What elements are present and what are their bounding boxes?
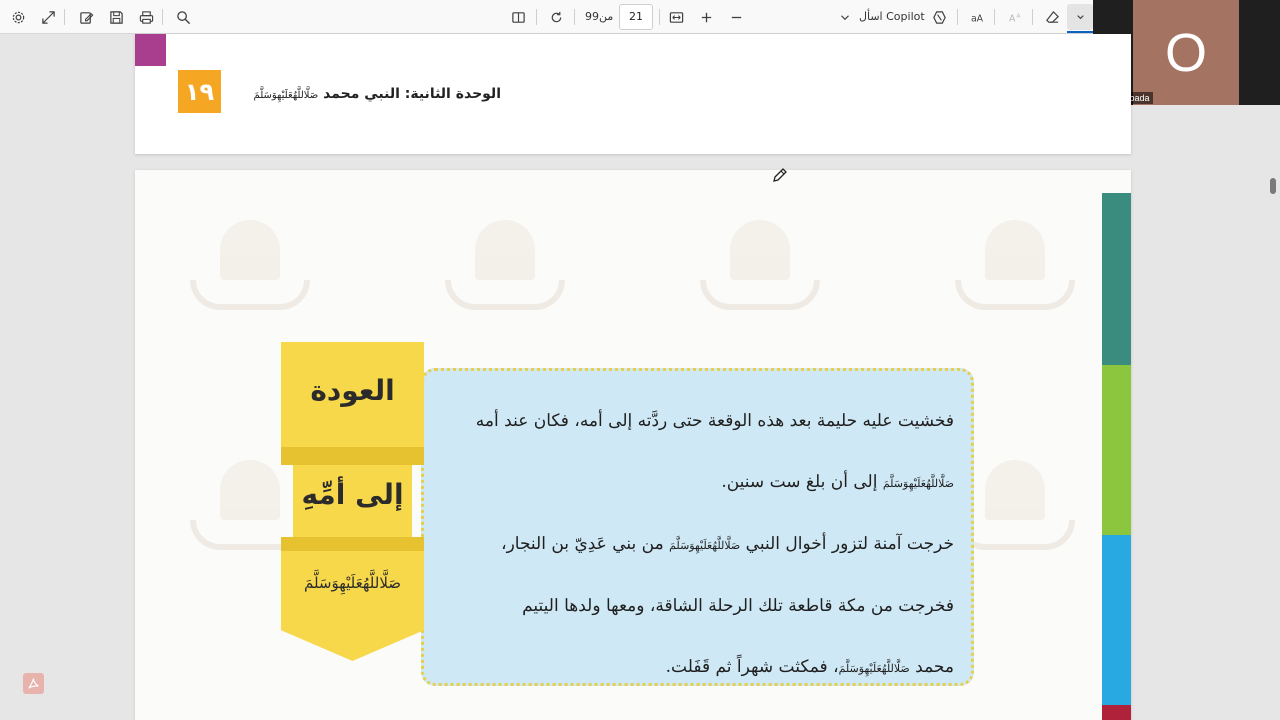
story-line: صَلَّاللَّهُعَلَيْهِوَسَلَّمَ إلى أن بلغ… bbox=[454, 452, 954, 514]
chevron-down-icon[interactable] bbox=[1068, 5, 1092, 29]
print-icon[interactable] bbox=[134, 5, 158, 29]
story-line-text: محمد bbox=[909, 657, 954, 677]
scrollbar-thumb[interactable] bbox=[1270, 178, 1276, 194]
story-line-text: إلى أن بلغ ست سنين. bbox=[721, 472, 883, 492]
toolbar-separator bbox=[574, 9, 575, 25]
toolbar-separator bbox=[162, 9, 163, 25]
story-line: محمد صَلَّاللَّهُعَلَيْهِوَسَلَّمَ، فمكث… bbox=[454, 637, 954, 699]
eraser-icon[interactable] bbox=[1040, 5, 1064, 29]
page-color-tab bbox=[135, 34, 166, 66]
side-stripe-teal bbox=[1102, 193, 1131, 365]
lesson-title-banner: العودة إلى أمِّهِ صَلَّاللَّهُعَلَيْهِوَ… bbox=[281, 342, 424, 678]
active-tool-indicator bbox=[1067, 31, 1093, 33]
rotate-icon[interactable] bbox=[544, 5, 568, 29]
svg-text:aA: aA bbox=[970, 13, 983, 24]
pdf-page-top: ١٩ الوحدة الثانية: النبي محمد صَلَّاللَّ… bbox=[135, 34, 1131, 154]
settings-icon[interactable] bbox=[6, 5, 30, 29]
unit-title: الوحدة الثانية: النبي محمد صَلَّاللَّهُع… bbox=[233, 86, 501, 102]
fit-width-icon[interactable] bbox=[664, 5, 688, 29]
salawat-text: صَلَّاللَّهُعَلَيْهِوَسَلَّمَ bbox=[838, 662, 910, 675]
save-icon[interactable] bbox=[104, 5, 128, 29]
search-icon[interactable] bbox=[171, 5, 195, 29]
side-stripe-red bbox=[1102, 705, 1131, 720]
banner-salawat: صَلَّاللَّهُعَلَيْهِوَسَلَّمَ bbox=[303, 574, 402, 592]
draw-icon[interactable] bbox=[74, 5, 98, 29]
watermark-logo bbox=[695, 210, 825, 320]
toolbar-separator bbox=[1032, 9, 1033, 25]
toolbar-separator bbox=[957, 9, 958, 25]
pen-cursor-icon bbox=[773, 168, 787, 182]
toolbar-separator bbox=[994, 9, 995, 25]
layout-icon[interactable] bbox=[506, 5, 530, 29]
expand-icon[interactable] bbox=[36, 5, 60, 29]
story-text: فخشيت عليه حليمة بعد هذه الوقعة حتى ردَّ… bbox=[454, 391, 954, 699]
lesson-title-line-1: العودة bbox=[310, 374, 395, 407]
toolbar-separator bbox=[536, 9, 537, 25]
salawat-text: صَلَّاللَّهُعَلَيْهِوَسَلَّمَ bbox=[882, 477, 954, 490]
page-of-label: من bbox=[599, 10, 614, 23]
pdf-toolbar: 99 من 21 اسأل Copilot aA AA bbox=[0, 0, 1093, 34]
banner-fold bbox=[281, 537, 424, 551]
story-text-box: فخشيت عليه حليمة بعد هذه الوقعة حتى ردَّ… bbox=[421, 368, 974, 686]
lesson-title-line-2: إلى أمِّهِ bbox=[301, 478, 404, 511]
banner-fold bbox=[281, 447, 424, 465]
unit-title-salawat: صَلَّاللَّهُعَلَيْهِوَسَلَّمَ bbox=[253, 90, 319, 101]
story-line-text: ، فمكثت شهراً ثم قَفَلت. bbox=[665, 657, 839, 677]
toolbar-separator bbox=[64, 9, 65, 25]
text-size-icon[interactable]: AA bbox=[1003, 5, 1027, 29]
story-line-text: خرجت آمنة لتزور أخوال النبي bbox=[740, 534, 954, 554]
svg-text:A: A bbox=[1008, 13, 1015, 24]
zoom-out-icon[interactable] bbox=[724, 5, 748, 29]
page-total: 99 bbox=[585, 10, 599, 23]
svg-text:A: A bbox=[1016, 13, 1020, 19]
watermark-logo bbox=[185, 210, 315, 320]
watermark-logo bbox=[950, 210, 1080, 320]
copilot-label[interactable]: اسأل Copilot bbox=[859, 10, 925, 23]
story-line: فخرجت من مكة قاطعة تلك الرحلة الشاقة، وم… bbox=[522, 596, 954, 616]
watermark-logo bbox=[440, 210, 570, 320]
pdf-page-main: فخشيت عليه حليمة بعد هذه الوقعة حتى ردَّ… bbox=[135, 170, 1131, 720]
page-number-input[interactable]: 21 bbox=[619, 4, 653, 30]
read-aloud-icon[interactable]: aA bbox=[965, 5, 989, 29]
toolbar-separator bbox=[659, 9, 660, 25]
side-stripe-blue bbox=[1102, 535, 1131, 705]
banner-segment bbox=[281, 551, 424, 661]
unit-number-badge: ١٩ bbox=[178, 70, 221, 113]
story-line: خرجت آمنة لتزور أخوال النبي صَلَّاللَّهُ… bbox=[454, 514, 954, 576]
acrobat-icon[interactable] bbox=[23, 673, 44, 694]
story-line: فخشيت عليه حليمة بعد هذه الوقعة حتى ردَّ… bbox=[475, 411, 954, 431]
participant-avatar: O bbox=[1133, 0, 1239, 105]
copilot-icon[interactable] bbox=[927, 5, 951, 29]
story-line-text: من بني عَدِيّ بن النجار، bbox=[501, 534, 670, 554]
chevron-down-icon[interactable] bbox=[838, 5, 852, 29]
unit-title-text: الوحدة الثانية: النبي محمد bbox=[323, 86, 501, 102]
salawat-text: صَلَّاللَّهُعَلَيْهِوَسَلَّمَ bbox=[669, 539, 741, 552]
side-stripe-green bbox=[1102, 365, 1131, 535]
zoom-in-icon[interactable] bbox=[694, 5, 718, 29]
